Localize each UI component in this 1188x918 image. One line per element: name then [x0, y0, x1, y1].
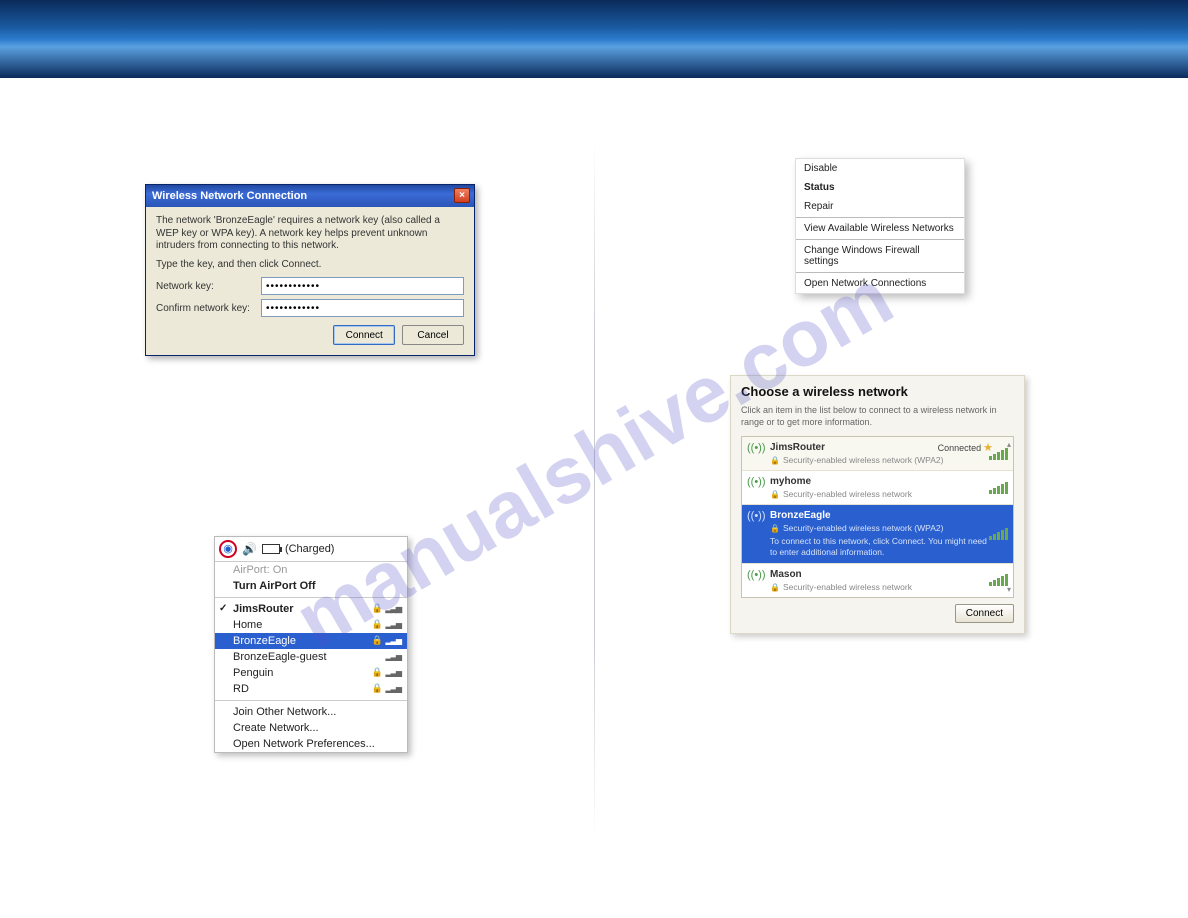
- menubar-status: ◉ 🔊 (Charged): [215, 537, 407, 562]
- network-key-label: Network key:: [156, 281, 261, 292]
- network-item-bronzeeagle[interactable]: BronzeEagle 🔒 ▂▃▅: [215, 633, 407, 649]
- join-other-network[interactable]: Join Other Network...: [215, 704, 407, 720]
- battery-icon: [262, 544, 280, 554]
- network-name: myhome: [770, 476, 991, 487]
- dialog-body: The network 'BronzeEagle' requires a net…: [146, 207, 474, 355]
- network-item-home[interactable]: Home 🔒 ▂▃▅: [215, 617, 407, 633]
- antenna-icon: ((•)): [747, 476, 766, 488]
- network-label: BronzeEagle: [233, 635, 296, 647]
- signal-bars-icon: [989, 482, 1008, 494]
- security-label: 🔒Security-enabled wireless network: [770, 582, 991, 592]
- ctx-firewall[interactable]: Change Windows Firewall settings: [796, 241, 964, 271]
- signal-icon: ▂▃▅: [386, 652, 401, 661]
- network-row-jimsrouter[interactable]: ((•)) JimsRouter Connected★ ▴ 🔒Security-…: [742, 437, 1013, 471]
- ctx-view-networks[interactable]: View Available Wireless Networks: [796, 219, 964, 238]
- network-label: BronzeEagle-guest: [233, 651, 327, 663]
- network-label: RD: [233, 683, 249, 695]
- confirm-key-label: Confirm network key:: [156, 303, 261, 314]
- wifi-icon: ◉: [223, 544, 233, 555]
- network-key-input[interactable]: [261, 277, 464, 295]
- signal-icon: ▂▃▅: [386, 620, 401, 629]
- menu-separator: [215, 597, 407, 598]
- cancel-button[interactable]: Cancel: [402, 325, 464, 345]
- airport-status-label: AirPort: On: [215, 562, 407, 578]
- signal-icon: ▂▃▅: [386, 684, 401, 693]
- dialog-desc-1: The network 'BronzeEagle' requires a net…: [156, 215, 464, 253]
- connect-hint: To connect to this network, click Connec…: [770, 536, 991, 557]
- security-label: 🔒Security-enabled wireless network: [770, 489, 991, 499]
- network-row-bronzeeagle[interactable]: ((•)) BronzeEagle 🔒Security-enabled wire…: [742, 505, 1013, 563]
- lock-icon: 🔒: [770, 583, 780, 592]
- lock-icon: 🔒: [770, 456, 780, 465]
- airport-menu: ◉ 🔊 (Charged) AirPort: On Turn AirPort O…: [214, 536, 408, 753]
- antenna-icon: ((•)): [747, 442, 766, 454]
- dialog-titlebar: Wireless Network Connection ×: [146, 185, 474, 207]
- tray-context-menu: Disable Status Repair View Available Wir…: [795, 158, 965, 294]
- network-row-myhome[interactable]: ((•)) myhome 🔒Security-enabled wireless …: [742, 471, 1013, 505]
- menu-separator: [215, 700, 407, 701]
- signal-bars-icon: [989, 574, 1008, 586]
- network-item-jimsrouter[interactable]: ✓ JimsRouter 🔒 ▂▃▅: [215, 601, 407, 617]
- network-item-rd[interactable]: RD 🔒 ▂▃▅: [215, 681, 407, 697]
- network-list: ((•)) JimsRouter Connected★ ▴ 🔒Security-…: [741, 436, 1014, 597]
- choose-network-panel: Choose a wireless network Click an item …: [730, 375, 1025, 634]
- ctx-open-connections[interactable]: Open Network Connections: [796, 274, 964, 293]
- security-label: 🔒Security-enabled wireless network (WPA2…: [770, 455, 991, 465]
- ctx-disable[interactable]: Disable: [796, 159, 964, 178]
- signal-icon: ▂▃▅: [386, 668, 401, 677]
- connected-badge: Connected★: [938, 441, 993, 454]
- security-label: 🔒Security-enabled wireless network (WPA2…: [770, 523, 991, 533]
- open-network-preferences[interactable]: Open Network Preferences...: [215, 736, 407, 752]
- wireless-key-dialog: Wireless Network Connection × The networ…: [145, 184, 475, 356]
- signal-bars-icon: [989, 448, 1008, 460]
- lock-icon: 🔒: [372, 683, 383, 694]
- network-item-penguin[interactable]: Penguin 🔒 ▂▃▅: [215, 665, 407, 681]
- network-item-bronzeeagle-guest[interactable]: BronzeEagle-guest ▂▃▅: [215, 649, 407, 665]
- network-name: Mason: [770, 569, 991, 580]
- antenna-icon: ((•)): [747, 510, 766, 522]
- menu-separator: [796, 239, 964, 240]
- create-network[interactable]: Create Network...: [215, 720, 407, 736]
- charged-label: (Charged): [285, 543, 335, 555]
- lock-icon: 🔒: [770, 490, 780, 499]
- antenna-icon: ((•)): [747, 569, 766, 581]
- signal-icon: ▂▃▅: [386, 604, 401, 613]
- lock-icon: 🔒: [770, 524, 780, 533]
- ctx-status[interactable]: Status: [796, 178, 964, 197]
- ctx-repair[interactable]: Repair: [796, 197, 964, 216]
- airport-icon-circled: ◉: [219, 540, 237, 558]
- page-banner: [0, 0, 1188, 78]
- signal-icon: ▂▃▅: [386, 636, 401, 645]
- signal-bars-icon: [989, 528, 1008, 540]
- connect-button[interactable]: Connect: [955, 604, 1014, 623]
- speaker-icon: 🔊: [242, 542, 257, 556]
- network-name: BronzeEagle: [770, 510, 991, 521]
- network-row-mason[interactable]: ((•)) Mason ▾ 🔒Security-enabled wireless…: [742, 564, 1013, 597]
- close-icon[interactable]: ×: [454, 188, 470, 203]
- network-label: Home: [233, 619, 262, 631]
- dialog-desc-2: Type the key, and then click Connect.: [156, 259, 464, 272]
- confirm-key-input[interactable]: [261, 299, 464, 317]
- lock-icon: 🔒: [372, 603, 383, 614]
- network-label: JimsRouter: [233, 603, 294, 615]
- choose-title: Choose a wireless network: [741, 384, 1014, 399]
- network-label: Penguin: [233, 667, 273, 679]
- column-divider: [594, 140, 595, 840]
- connect-button[interactable]: Connect: [333, 325, 395, 345]
- turn-airport-off[interactable]: Turn AirPort Off: [215, 578, 407, 594]
- lock-icon: 🔒: [372, 667, 383, 678]
- checkmark-icon: ✓: [219, 603, 227, 614]
- lock-icon: 🔒: [372, 635, 383, 646]
- menu-separator: [796, 217, 964, 218]
- choose-subtitle: Click an item in the list below to conne…: [741, 405, 1014, 428]
- lock-icon: 🔒: [372, 619, 383, 630]
- menu-separator: [796, 272, 964, 273]
- dialog-title: Wireless Network Connection: [152, 190, 307, 202]
